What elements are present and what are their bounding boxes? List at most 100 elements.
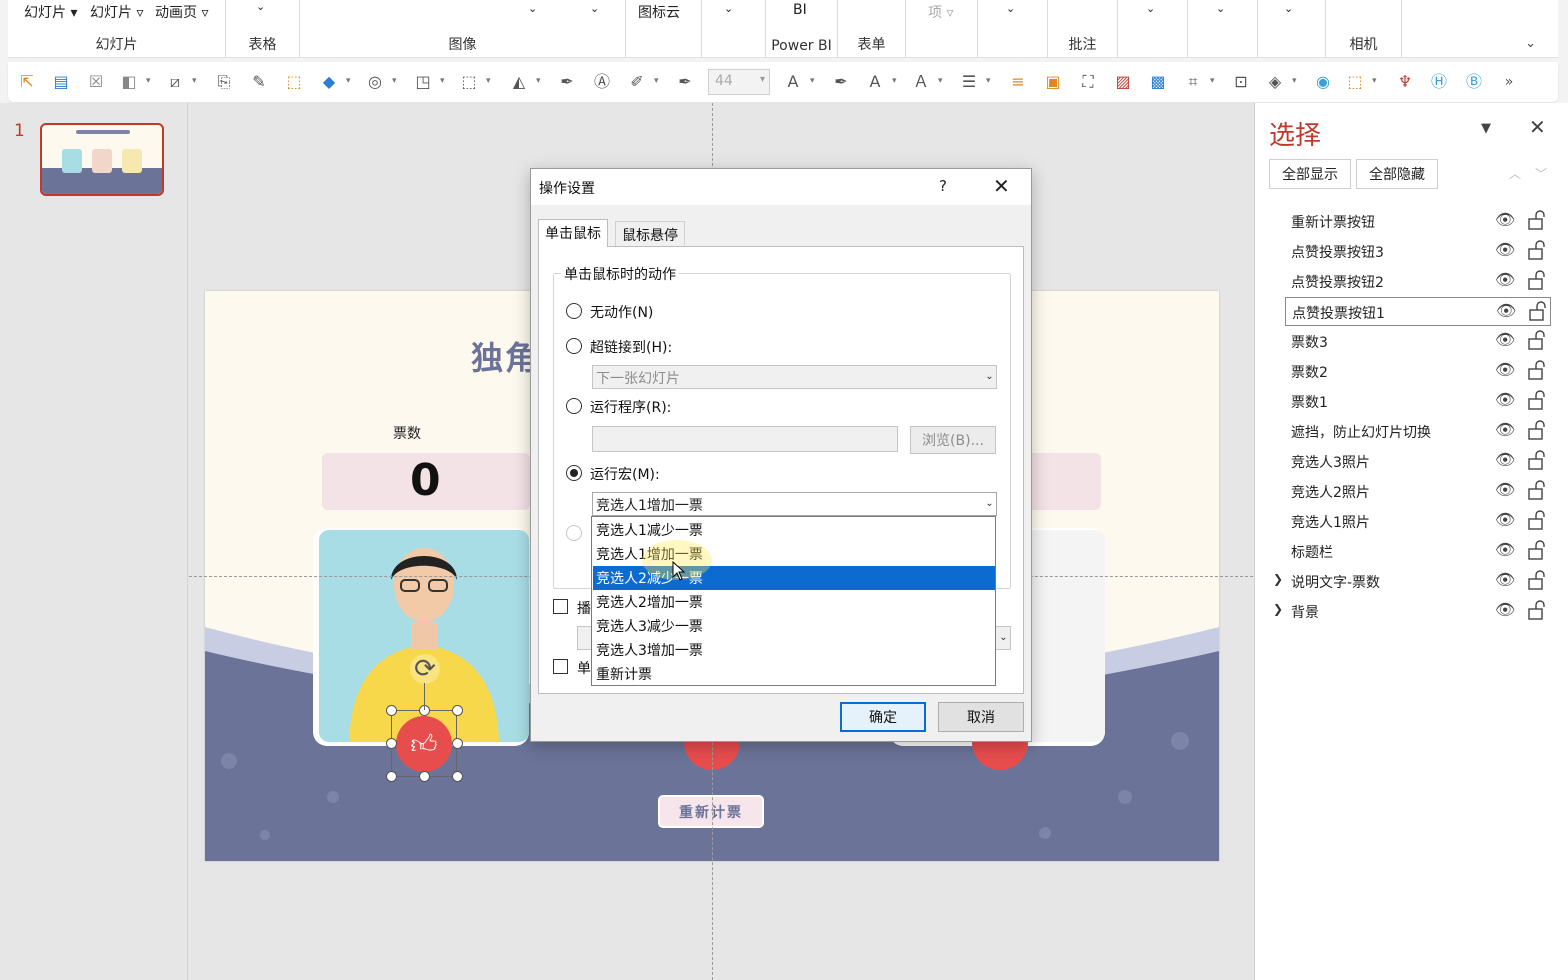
label-run-program[interactable]: 运行程序(R): — [590, 397, 671, 417]
crop-dropdown-icon[interactable]: ▾ — [1210, 76, 1215, 86]
help-icon[interactable]: ? — [939, 177, 947, 195]
unlock-icon[interactable] — [1528, 420, 1546, 440]
tab-mouse-click[interactable]: 单击鼠标 — [538, 219, 608, 247]
program-path-input[interactable] — [592, 426, 898, 452]
fit-frame-icon[interactable]: ⛶ — [1077, 71, 1099, 93]
h-badge-icon[interactable]: Ⓗ — [1428, 71, 1450, 93]
unlock-icon[interactable] — [1528, 540, 1546, 560]
new-slide-button[interactable]: 幻灯片 ▾ — [24, 2, 77, 22]
outline-icon[interactable]: ✐ — [626, 71, 648, 93]
outline-dropdown-icon[interactable]: ▾ — [654, 76, 659, 86]
resize-handle-b[interactable] — [419, 771, 430, 782]
table-dropdown[interactable]: ⌄ — [256, 0, 265, 13]
unlock-icon[interactable] — [1528, 240, 1546, 260]
eye-icon[interactable]: 👁︎ — [1495, 240, 1515, 259]
unlock-icon[interactable] — [1529, 301, 1547, 321]
show-all-button[interactable]: 全部显示 — [1269, 159, 1351, 189]
text-outline-dropdown-icon[interactable]: ▾ — [892, 76, 897, 86]
text-outline-icon[interactable]: A — [864, 71, 886, 93]
slide-title[interactable]: 独角 — [471, 333, 539, 379]
w-dropdown[interactable]: ⌄ — [1284, 2, 1293, 15]
globe-icon[interactable]: ◉ — [1312, 71, 1334, 93]
reset-votes-button[interactable]: 重新计票 — [658, 795, 764, 828]
pen-icon[interactable]: ✒ — [674, 71, 696, 93]
radio-object-action[interactable] — [566, 525, 582, 541]
macro-option[interactable]: 竞选人2增加一票 — [593, 590, 995, 614]
select-objects-icon[interactable]: ⬚ — [283, 71, 305, 93]
close-icon[interactable]: ✕ — [993, 174, 1010, 198]
label-run-macro[interactable]: 运行宏(M): — [590, 464, 660, 484]
pane-close-icon[interactable]: ✕ — [1529, 115, 1546, 139]
eye-icon[interactable]: 👁︎ — [1495, 420, 1515, 439]
radio-run-macro[interactable] — [566, 465, 582, 481]
selection-item[interactable]: 点赞投票按钮3 👁︎ — [1285, 237, 1551, 266]
text-box-dropdown-icon[interactable]: ▾ — [192, 76, 197, 86]
resize-icon[interactable]: ⊡ — [1230, 71, 1252, 93]
eyedropper-icon[interactable]: ✒ — [556, 71, 578, 93]
hide-all-button[interactable]: 全部隐藏 — [1356, 159, 1438, 189]
eye-icon[interactable]: 👁︎ — [1495, 450, 1515, 469]
icon-cloud-button[interactable]: 图标云 — [638, 2, 680, 22]
selection-item[interactable]: 票数1 👁︎ — [1285, 387, 1551, 416]
shade-icon[interactable]: ◧ — [118, 71, 140, 93]
unlock-icon[interactable] — [1528, 510, 1546, 530]
resize-handle-bl[interactable] — [386, 771, 397, 782]
selection-item[interactable]: 竞选人1照片 👁︎ — [1285, 507, 1551, 536]
resize-handle-tl[interactable] — [386, 705, 397, 716]
cursor-tool-dropdown-icon[interactable]: ▾ — [1372, 76, 1377, 86]
tab-mouse-over[interactable]: 鼠标悬停 — [615, 221, 685, 246]
document-icon[interactable]: ⎘ — [213, 71, 235, 93]
powerbi-button[interactable]: BI — [793, 2, 807, 18]
numbered-list-icon[interactable]: ≡ — [1007, 71, 1029, 93]
bring-forward-icon[interactable]: ︿ — [1509, 165, 1521, 182]
unlock-icon[interactable] — [1528, 570, 1546, 590]
selection-item[interactable]: 竞选人3照片 👁︎ — [1285, 447, 1551, 476]
text-effects-dropdown-icon[interactable]: ▾ — [938, 76, 943, 86]
slide-thumbnail[interactable] — [40, 123, 164, 196]
hyperlink-select[interactable]: 下一张幻灯片 ⌄ — [592, 365, 997, 389]
addins-button[interactable]: 项 ▿ — [928, 2, 953, 22]
font-size-input[interactable]: 44 — [708, 69, 770, 95]
dialog-titlebar[interactable]: 操作设置 ? ✕ — [531, 169, 1031, 205]
selection-group-item[interactable]: ❯ 背景 👁︎ — [1273, 597, 1551, 626]
arrange-icon[interactable]: ◳ — [412, 71, 434, 93]
rotate-handle-icon[interactable]: ⟳ — [410, 654, 440, 684]
unlock-icon[interactable] — [1528, 450, 1546, 470]
eyedropper-text-icon[interactable]: ✒ — [830, 71, 852, 93]
radio-run-program[interactable] — [566, 398, 582, 414]
votes-label[interactable]: 票数 — [393, 423, 421, 443]
selection-item[interactable]: 竞选人2照片 👁︎ — [1285, 477, 1551, 506]
macro-option[interactable]: 竞选人3增加一票 — [593, 638, 995, 662]
image-dropdown-1[interactable]: ⌄ — [528, 2, 537, 15]
shape-fill-icon[interactable]: ◆ — [318, 71, 340, 93]
macro-option[interactable]: 重新计票 — [593, 662, 995, 686]
send-backward-icon[interactable]: ﹀ — [1535, 165, 1547, 182]
font-color-dropdown-icon[interactable]: ▾ — [810, 76, 815, 86]
expand-chevron-icon[interactable]: ❯ — [1273, 602, 1283, 616]
text-frame-icon[interactable]: Ⓐ — [591, 71, 613, 93]
vote-box-3[interactable] — [1025, 453, 1101, 510]
resize-handle-l[interactable] — [386, 738, 397, 749]
pane-options-chevron-icon[interactable]: ▼ — [1481, 121, 1491, 136]
vote-count-1[interactable]: 0 — [410, 455, 441, 506]
macro-select[interactable]: 竞选人1增加一票 ⌄ — [592, 492, 997, 516]
shape-combine-icon[interactable]: ◎ — [364, 71, 386, 93]
cancel-button[interactable]: 取消 — [938, 702, 1024, 732]
eye-icon[interactable]: 👁︎ — [1495, 360, 1515, 379]
selection-group-item[interactable]: ❯ 说明文字-票数 👁︎ — [1273, 567, 1551, 596]
selection-item[interactable]: 点赞投票按钮2 👁︎ — [1285, 267, 1551, 296]
eye-icon[interactable]: 👁︎ — [1495, 390, 1515, 409]
highlight-click-label[interactable]: 单 — [577, 658, 591, 678]
placeholder-icon[interactable]: ☒ — [85, 71, 107, 93]
unlock-icon[interactable] — [1528, 600, 1546, 620]
selection-item[interactable]: 标题栏 👁︎ — [1285, 537, 1551, 566]
animation-page-button[interactable]: 动画页 ▿ — [155, 2, 208, 22]
unlock-icon[interactable] — [1528, 390, 1546, 410]
unlock-icon[interactable] — [1528, 330, 1546, 350]
line-spacing-dropdown-icon[interactable]: ▾ — [986, 76, 991, 86]
x-dropdown[interactable]: ⌄ — [1006, 2, 1015, 15]
eye-icon[interactable]: 👁︎ — [1495, 510, 1515, 529]
unlock-icon[interactable] — [1528, 360, 1546, 380]
macro-option[interactable]: 竞选人1减少一票 — [593, 518, 995, 542]
line-spacing-icon[interactable]: ☰ — [958, 71, 980, 93]
